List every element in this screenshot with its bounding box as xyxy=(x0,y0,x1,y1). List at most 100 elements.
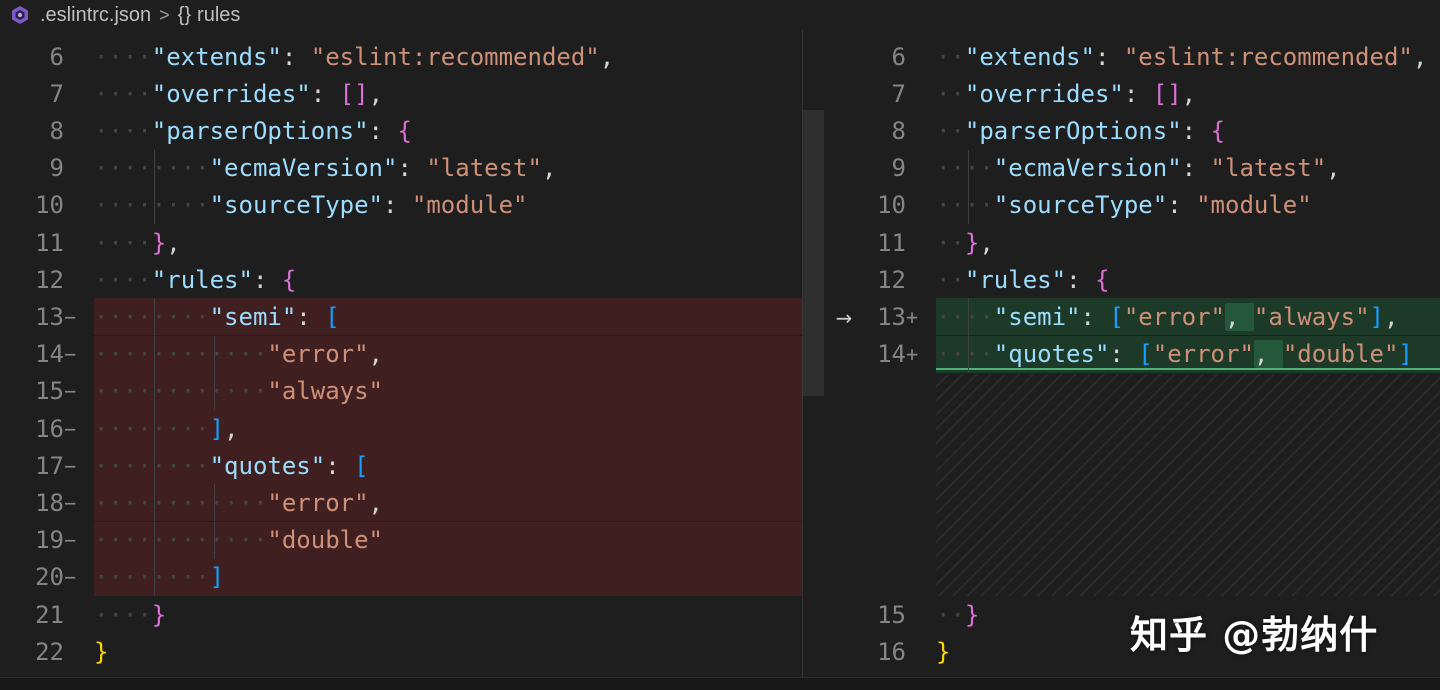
code-line[interactable]: 11 ····}, xyxy=(0,224,181,261)
code-line[interactable]: 16} xyxy=(824,633,950,670)
line-number: 15 xyxy=(877,600,906,629)
code-line[interactable]: 14− ············"error", xyxy=(0,336,383,373)
status-bar xyxy=(0,677,1440,690)
code-token: "ecmaVersion" xyxy=(993,154,1182,183)
chevron-right-icon: > xyxy=(159,4,170,25)
code-line[interactable]: 21 ····} xyxy=(0,596,166,633)
code-token: , xyxy=(368,340,383,369)
code-token: , xyxy=(599,42,615,71)
breadcrumb-file[interactable]: .eslintrc.json xyxy=(40,4,151,27)
code-text: } xyxy=(936,638,950,666)
whitespace-dots: ···· xyxy=(94,600,152,629)
code-text: ··"parserOptions": { xyxy=(936,117,1225,145)
code-line[interactable]: 22} xyxy=(0,633,108,670)
line-number: 10 xyxy=(877,191,906,220)
code-text: } xyxy=(94,638,108,666)
line-number: 15 xyxy=(35,377,64,406)
code-text: ··"rules": { xyxy=(936,266,1109,294)
code-token: "semi" xyxy=(209,302,297,331)
code-token: : xyxy=(397,154,427,183)
code-token: : xyxy=(296,302,326,331)
code-line[interactable]: 10 ····"sourceType": "module" xyxy=(824,187,1312,224)
code-token: [] xyxy=(1152,79,1182,108)
code-line[interactable]: 9 ····"ecmaVersion": "latest", xyxy=(824,150,1341,187)
line-number: 6 xyxy=(891,42,906,71)
code-token: "latest" xyxy=(1210,154,1327,183)
code-line[interactable]: 20− ········] xyxy=(0,559,224,596)
modified-editor-pane[interactable]: 6 ··"extends": "eslint:recommended", 7 ··"o… xyxy=(824,30,1440,677)
line-number: 18 xyxy=(35,488,64,517)
line-number: 16 xyxy=(35,414,64,443)
indent-guide xyxy=(968,298,969,373)
code-line[interactable]: 7 ··"overrides": [], xyxy=(824,75,1197,112)
code-token: { xyxy=(1210,116,1226,145)
code-token: } xyxy=(94,637,109,666)
code-token: , xyxy=(166,228,181,257)
original-editor-pane[interactable]: 6 ····"extends": "eslint:recommended", 7 ··… xyxy=(0,30,824,677)
code-token: "semi" xyxy=(993,302,1081,331)
code-token: : xyxy=(325,451,355,480)
code-token: : xyxy=(1123,79,1153,108)
diff-empty-region xyxy=(936,374,1440,596)
code-line[interactable]: 9 ········"ecmaVersion": "latest", xyxy=(0,150,557,187)
code-line[interactable]: 8 ····"parserOptions": { xyxy=(0,112,412,149)
line-number: 19 xyxy=(35,526,64,555)
code-text: ········"semi": [ xyxy=(94,303,340,331)
insert-marker: + xyxy=(906,304,919,329)
whitespace-dots: ············ xyxy=(94,488,268,517)
whitespace-dots: ···· xyxy=(936,340,994,369)
code-token: , xyxy=(368,79,384,108)
code-line[interactable]: 8 ··"parserOptions": { xyxy=(824,112,1225,149)
whitespace-dots: ···· xyxy=(94,228,152,257)
code-token: "overrides" xyxy=(151,79,311,108)
code-text: ············"always" xyxy=(94,377,383,405)
code-token: "module" xyxy=(1196,191,1312,220)
code-line[interactable]: 17− ········"quotes": [ xyxy=(0,447,368,484)
code-token: [ xyxy=(325,302,340,331)
code-line[interactable]: 11 ··}, xyxy=(824,224,994,261)
line-number: 9 xyxy=(891,154,906,183)
code-text: ········"ecmaVersion": "latest", xyxy=(94,154,556,182)
code-token: } xyxy=(964,228,980,257)
code-token: : xyxy=(1181,154,1211,183)
delete-marker: − xyxy=(64,453,77,478)
line-number: 11 xyxy=(35,228,64,257)
code-line[interactable]: 12 ··"rules": { xyxy=(824,261,1109,298)
code-line[interactable]: 19− ············"double" xyxy=(0,522,383,559)
code-text: ········"sourceType": "module" xyxy=(94,191,527,219)
code-token: "latest" xyxy=(426,154,542,183)
code-token: "error" xyxy=(1123,302,1226,331)
whitespace-dots: ·· xyxy=(936,79,965,108)
code-text: ········] xyxy=(94,563,224,591)
revert-arrow-icon[interactable]: → xyxy=(832,305,856,331)
code-line[interactable]: 10 ········"sourceType": "module" xyxy=(0,187,527,224)
code-line[interactable]: 7 ····"overrides": [], xyxy=(0,75,383,112)
code-line[interactable]: 12 ····"rules": { xyxy=(0,261,296,298)
code-line[interactable]: 15− ············"always" xyxy=(0,373,383,410)
code-line[interactable]: 6 ····"extends": "eslint:recommended", xyxy=(0,38,615,75)
code-token: "error" xyxy=(1152,340,1254,369)
code-token: , xyxy=(541,154,557,183)
breadcrumb-symbol[interactable]: rules xyxy=(197,4,240,27)
code-token: , xyxy=(224,414,239,443)
code-token: } xyxy=(964,600,980,629)
code-token: , xyxy=(1412,42,1428,71)
code-token: "always" xyxy=(1253,302,1370,331)
delete-marker: − xyxy=(64,304,77,329)
delete-marker: − xyxy=(64,379,77,404)
json-object-icon: {} xyxy=(177,3,192,26)
code-line[interactable]: 18− ············"error", xyxy=(0,484,383,521)
whitespace-dots: ········ xyxy=(94,191,210,220)
scrollbar-thumb[interactable] xyxy=(803,110,824,396)
code-line[interactable]: 13 + ····"semi": ["error", "always"], xyxy=(824,298,1398,335)
code-token: ] xyxy=(209,414,225,443)
code-token: "eslint:recommended" xyxy=(310,42,600,71)
line-number: 12 xyxy=(35,265,64,294)
whitespace-dots: ···· xyxy=(936,154,994,183)
code-line[interactable]: 6 ··"extends": "eslint:recommended", xyxy=(824,38,1428,75)
code-token: , xyxy=(1253,340,1283,369)
code-token: "sourceType" xyxy=(993,191,1168,220)
code-line[interactable]: 13− ········"semi": [ xyxy=(0,298,340,335)
code-line[interactable]: 15 ··} xyxy=(824,596,979,633)
code-line[interactable]: 16− ········], xyxy=(0,410,239,447)
